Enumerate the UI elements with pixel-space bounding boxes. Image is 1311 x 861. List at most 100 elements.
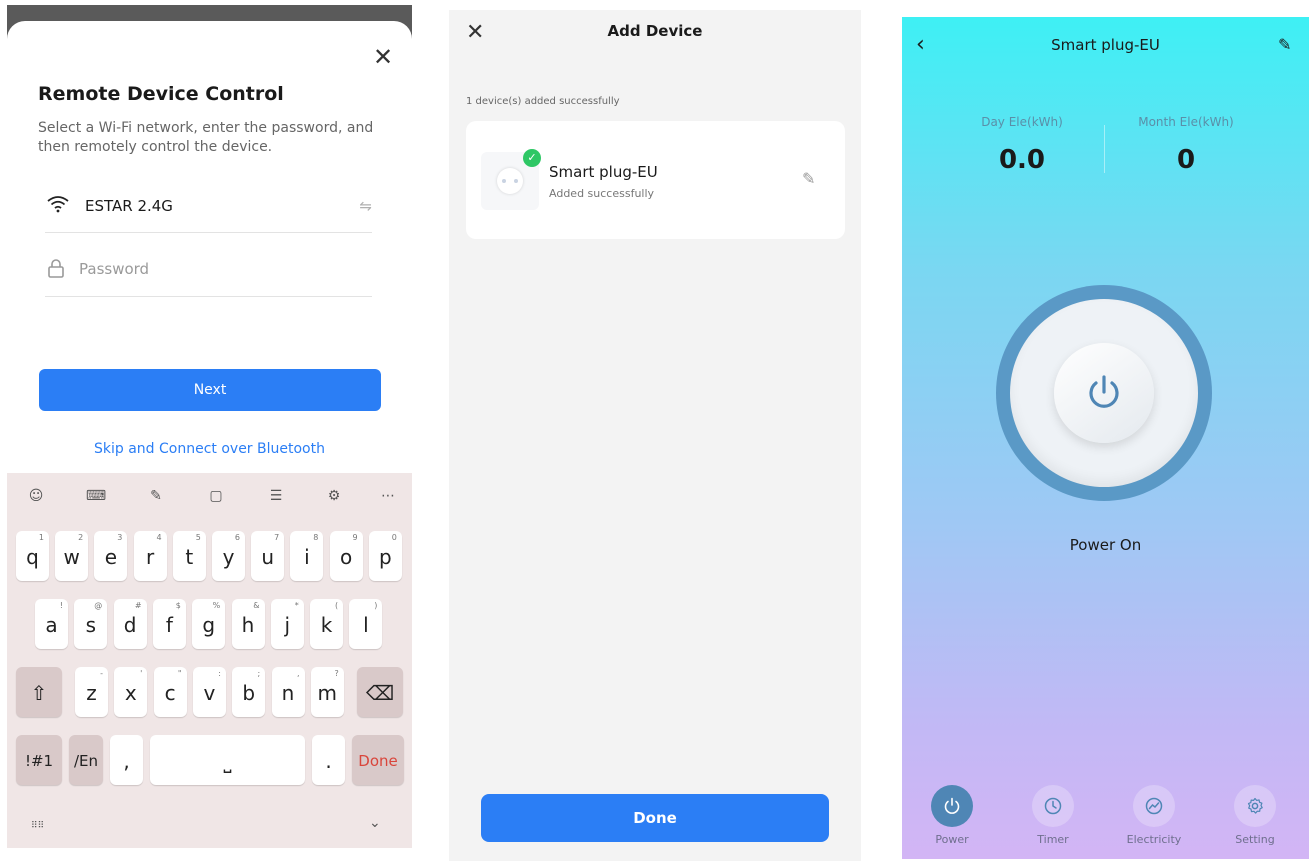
symbols-key[interactable]: !#1 (16, 735, 62, 785)
key-v[interactable]: v: (192, 667, 226, 717)
page-title: Add Device (607, 22, 703, 40)
key-label: i (304, 545, 310, 569)
key-secondary-label: 2 (78, 533, 84, 542)
chart-icon (1133, 785, 1175, 827)
key-q[interactable]: q1 (16, 531, 49, 581)
key-u[interactable]: u7 (251, 531, 285, 581)
more-icon[interactable]: ⋯ (375, 483, 401, 509)
close-icon[interactable]: ✕ (371, 45, 395, 69)
key-o[interactable]: o9 (329, 531, 363, 581)
key-n[interactable]: n, (271, 667, 305, 717)
backspace-key[interactable]: ⌫ (357, 667, 403, 717)
skip-bluetooth-link[interactable]: Skip and Connect over Bluetooth (7, 441, 412, 457)
period-key[interactable]: . (312, 735, 345, 785)
tab-setting[interactable]: Setting (1215, 785, 1295, 855)
screenshot-canvas: ✕ Remote Device Control Select a Wi-Fi n… (0, 0, 1311, 861)
tab-label: Electricity (1126, 833, 1182, 846)
key-secondary-label: " (177, 669, 182, 678)
device-card[interactable]: ✓ Smart plug-EU Added successfully ✎ (466, 121, 845, 239)
plug-icon (497, 168, 523, 194)
done-key[interactable]: Done (352, 735, 404, 785)
switch-network-icon[interactable]: ⇋ (359, 197, 372, 215)
key-z[interactable]: z- (75, 667, 108, 717)
comma-key[interactable]: , (110, 735, 143, 785)
key-secondary-label: ! (59, 601, 63, 610)
key-s[interactable]: s @ (74, 599, 108, 649)
edit-icon[interactable]: ✎ (1278, 35, 1291, 54)
key-secondary-label: 3 (117, 533, 123, 542)
key-x[interactable]: x ' (114, 667, 148, 717)
key-p[interactable]: p0 (368, 531, 402, 581)
key-e[interactable]: e3 (94, 531, 128, 581)
key-label: e (104, 545, 118, 569)
power-state-text: Power On (1069, 536, 1142, 554)
key-label: s (85, 613, 96, 637)
key-h[interactable]: h & (231, 599, 265, 649)
key-secondary-label: $ (175, 601, 181, 610)
key-w[interactable]: w2 (55, 531, 89, 581)
power-icon (1089, 375, 1119, 408)
edit-icon[interactable]: ✎ (802, 169, 815, 188)
key-secondary-label: ( (334, 601, 339, 610)
clock-icon (1032, 785, 1074, 827)
key-label: q (26, 545, 39, 569)
key-l[interactable]: l) (349, 599, 383, 649)
key-secondary-label: % (212, 601, 221, 610)
chevron-down-icon[interactable]: ⌄ (369, 815, 381, 831)
key-label: c (164, 681, 176, 705)
handwriting-icon[interactable]: ✎ (143, 483, 169, 509)
key-label: g (202, 613, 216, 637)
tab-timer[interactable]: Timer (1013, 785, 1093, 855)
password-input[interactable] (79, 257, 359, 281)
shift-key[interactable]: ⇧ (16, 667, 62, 717)
clipboard-icon[interactable]: ▢ (203, 483, 229, 509)
key-secondary-label: - (100, 669, 103, 678)
tab-power[interactable]: Power (912, 785, 992, 855)
key-label: x (124, 681, 137, 705)
key-f[interactable]: f $ (152, 599, 186, 649)
key-label: h (241, 613, 255, 637)
key-secondary-label: ' (140, 669, 143, 678)
stat-divider (1104, 125, 1105, 173)
key-j[interactable]: j * (270, 599, 304, 649)
device-status: Added successfully (549, 187, 655, 200)
key-secondary-label: ? (334, 669, 339, 678)
text-editor-icon[interactable]: ☰ (263, 483, 289, 509)
key-label: t (185, 545, 194, 569)
key-b[interactable]: b; (232, 667, 266, 717)
day-electricity-value: 0.0 (998, 145, 1046, 175)
on-screen-keyboard: ☺ ⌨ ✎ ▢ ☰ ⚙ ⋯ q 1 w 2 e 3 r 4 t 5 y 6 u 7 i 8 o 9 p 0 a! s @ d #… (7, 473, 412, 848)
key-i[interactable]: i8 (290, 531, 324, 581)
key-a[interactable]: a! (35, 599, 68, 649)
key-k[interactable]: k( (310, 599, 344, 649)
keyboard-icon[interactable]: ⌨ (83, 483, 109, 509)
keyboard-grid-icon[interactable]: ⠿⠿ (31, 821, 44, 831)
key-label: l (363, 613, 369, 637)
wifi-network-row[interactable]: ESTAR 2.4G ⇋ (45, 187, 372, 233)
key-secondary-label: ; (257, 669, 261, 678)
gear-icon[interactable]: ⚙ (321, 483, 347, 509)
space-key[interactable]: ⎵ (150, 735, 305, 785)
key-t[interactable]: t5 (172, 531, 206, 581)
key-secondary-label: ) (374, 601, 378, 610)
emoji-icon[interactable]: ☺ (23, 483, 49, 509)
key-r[interactable]: r4 (133, 531, 167, 581)
key-label: w (63, 545, 80, 569)
key-label: j (284, 613, 291, 637)
tab-electricity[interactable]: Electricity (1114, 785, 1194, 855)
language-key[interactable]: /En (69, 735, 103, 785)
key-m[interactable]: m? (310, 667, 344, 717)
key-y[interactable]: y6 (212, 531, 245, 581)
day-electricity-label: Day Ele(kWh) (981, 115, 1063, 129)
done-button[interactable]: Done (481, 794, 829, 842)
key-secondary-label: 5 (195, 533, 201, 542)
power-button[interactable] (1054, 343, 1154, 443)
key-secondary-label: : (218, 669, 221, 678)
next-button[interactable]: Next (39, 369, 381, 411)
key-d[interactable]: d # (113, 599, 147, 649)
smart-plug-screen: ‹ Smart plug-EU ✎ Day Ele(kWh) 0.0 Month… (902, 17, 1309, 859)
key-label: , (123, 749, 130, 773)
key-g[interactable]: g% (192, 599, 226, 649)
key-label: o (339, 545, 353, 569)
key-c[interactable]: c " (153, 667, 187, 717)
